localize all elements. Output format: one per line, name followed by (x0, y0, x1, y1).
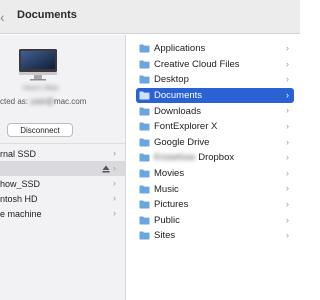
folder-item[interactable]: Movies › (136, 166, 294, 182)
folder-list: Applications › Creative Cloud Files › Deskto… (136, 41, 294, 244)
folder-label: Sites (154, 230, 176, 242)
volume-item[interactable]: how_SSD › (0, 176, 126, 191)
folder-item[interactable]: Google Drive › (136, 135, 294, 151)
folder-item[interactable]: Sites › (136, 228, 294, 244)
folder-icon (139, 91, 150, 100)
connected-prefix: cted as: (0, 97, 31, 106)
folder-icon (139, 60, 150, 69)
chevron-right-icon: › (113, 178, 116, 188)
folder-label: Music (154, 183, 179, 195)
folder-item[interactable]: Pictures › (136, 197, 294, 213)
volume-item[interactable]: e machine › (0, 206, 126, 221)
folder-item[interactable]: Desktop › (136, 72, 294, 88)
folder-label: Pictures (154, 199, 189, 211)
volume-item[interactable]: rnal SSD › (0, 146, 126, 161)
folder-label: FontExplorer X (154, 121, 218, 133)
chevron-right-icon: › (113, 163, 116, 173)
folder-icon (139, 169, 150, 178)
eject-icon[interactable] (102, 165, 110, 173)
folder-icon (139, 75, 150, 84)
volume-item[interactable]: ntosh HD › (0, 191, 126, 206)
divider (0, 143, 126, 144)
page-title: Documents (17, 9, 77, 21)
folder-label: Google Drive (154, 136, 210, 148)
chevron-right-icon: › (286, 183, 289, 194)
volume-label: e machine (0, 208, 42, 219)
chevron-right-icon: › (286, 74, 289, 85)
connected-domain: mac.com (53, 97, 87, 106)
chevron-right-icon: › (286, 230, 289, 241)
folder-item[interactable]: Applications › (136, 41, 294, 57)
folder-item[interactable]: Public › (136, 213, 294, 229)
folder-label: Creative Cloud Files (154, 58, 240, 70)
chevron-right-icon: › (286, 152, 289, 163)
chevron-right-icon: › (286, 167, 289, 178)
chevron-right-icon: › (113, 148, 116, 158)
chevron-right-icon: › (286, 120, 289, 131)
folder-icon (139, 107, 150, 116)
volume-list: rnal SSD › › how_SSD › ntosh HD › e machine › (0, 146, 126, 221)
connected-user: user@ (30, 97, 54, 106)
folder-label: Documents (154, 90, 203, 102)
device-name: Huw's iMac (23, 85, 59, 92)
device-sidebar: Huw's iMac cted as: user@mac.com Disconn… (0, 35, 126, 300)
chevron-right-icon: › (113, 193, 116, 203)
volume-label: rnal SSD (0, 148, 37, 159)
folder-icon (139, 231, 150, 240)
disconnect-button[interactable]: Disconnect (7, 123, 73, 137)
volume-label: how_SSD (0, 178, 41, 189)
folder-icon (139, 138, 150, 147)
folder-item[interactable]: Knowhow Dropbox › (136, 150, 294, 166)
folder-label: Movies (154, 168, 185, 180)
volume-item[interactable]: › (0, 161, 126, 176)
folder-item[interactable]: Creative Cloud Files › (136, 57, 294, 73)
folder-item[interactable]: Music › (136, 181, 294, 197)
folder-item[interactable]: Downloads › (136, 103, 294, 119)
folder-icon (139, 122, 150, 131)
chevron-right-icon: › (286, 198, 289, 209)
folder-label: Applications (154, 43, 206, 55)
folder-label: Public (154, 214, 180, 226)
folder-icon (139, 216, 150, 225)
folder-item[interactable]: FontExplorer X › (136, 119, 294, 135)
chevron-right-icon: › (286, 105, 289, 116)
folder-icon (139, 153, 150, 162)
folder-label: Downloads (154, 105, 201, 117)
folder-owner-label: Knowhow (154, 152, 196, 164)
chevron-right-icon: › (286, 89, 289, 100)
folder-icon (139, 200, 150, 209)
chevron-right-icon: › (286, 136, 289, 147)
volume-label: ntosh HD (0, 193, 38, 204)
folder-item[interactable]: Documents › (136, 87, 294, 104)
chevron-right-icon: › (286, 58, 289, 69)
chevron-right-icon: › (113, 208, 116, 218)
folder-icon (139, 185, 150, 194)
folder-pane: Applications › Creative Cloud Files › Deskto… (127, 35, 300, 300)
imac-icon (19, 49, 57, 81)
folder-label: Desktop (154, 74, 189, 86)
folder-icon (139, 44, 150, 53)
chevron-right-icon: › (286, 214, 289, 225)
folder-label: Dropbox (198, 152, 235, 164)
back-chevron-icon[interactable]: ‹ (0, 10, 12, 24)
toolbar: ‹ Documents (0, 0, 300, 34)
chevron-right-icon: › (286, 43, 289, 53)
connected-as-label: cted as: user@mac.com (0, 97, 126, 109)
